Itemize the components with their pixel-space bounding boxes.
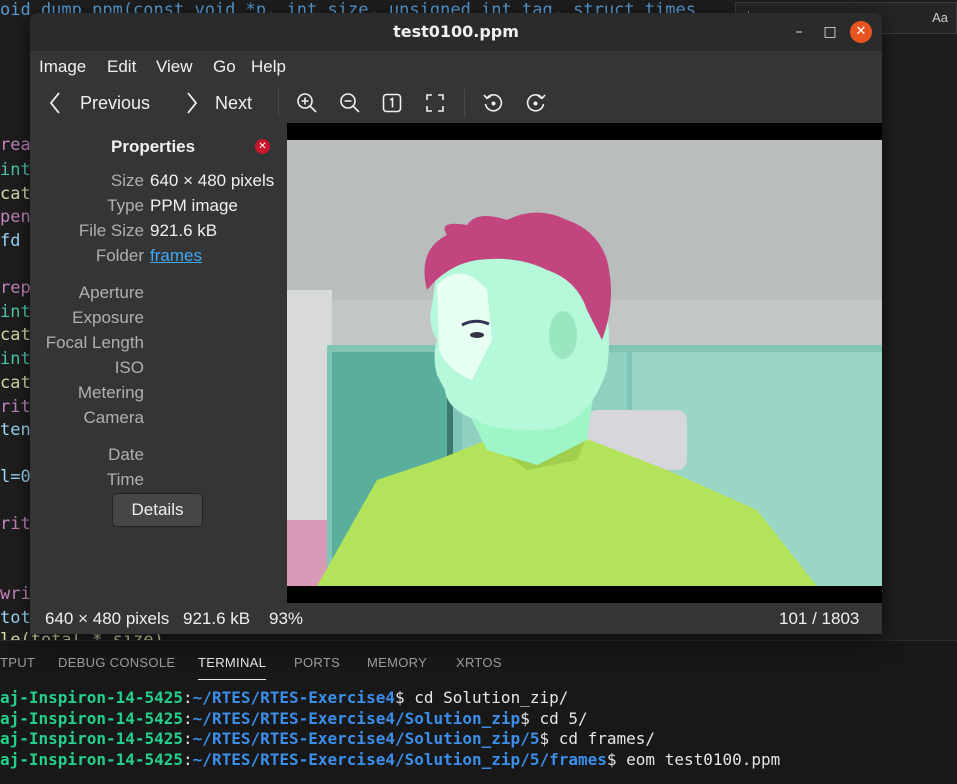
next-label: Next (215, 92, 253, 113)
match-case-toggle[interactable]: Aa (932, 10, 948, 25)
metering-label: Metering (77, 383, 144, 402)
fit-window-icon[interactable] (424, 92, 446, 114)
date-label: Date (108, 445, 144, 464)
code-fragment: int (0, 349, 31, 369)
toolbar: Previous Next (30, 83, 882, 123)
menu-go[interactable]: Go (213, 57, 236, 77)
terminal-line: aj-Inspiron-14-5425:~/RTES/RTES-Exercise… (0, 729, 656, 748)
code-fragment: int (0, 160, 31, 180)
menubar: Image Edit View Go Help (30, 51, 882, 83)
tab-debug-console[interactable]: DEBUG CONSOLE (58, 655, 175, 670)
close-sidebar-button[interactable]: ✕ (255, 139, 270, 154)
webcam-photo (287, 140, 882, 586)
menu-help[interactable]: Help (251, 57, 286, 77)
maximize-button[interactable]: □ (819, 21, 841, 43)
zoom-in-icon[interactable] (296, 92, 318, 114)
window-title: test0100.ppm (393, 22, 519, 41)
type-label: Type (107, 196, 144, 215)
menu-image[interactable]: Image (39, 57, 86, 77)
size-value: 640 × 480 pixels (150, 171, 275, 190)
folder-label: Folder (95, 246, 144, 265)
time-label: Time (106, 470, 144, 489)
tab-terminal[interactable]: TERMINAL (198, 655, 267, 680)
tab-memory[interactable]: MEMORY (367, 655, 427, 670)
menu-edit[interactable]: Edit (107, 57, 136, 77)
normal-size-icon[interactable] (381, 92, 403, 114)
properties-sidebar: Properties ✕ Size 640 × 480 pixels Type … (30, 123, 286, 603)
toolbar-separator (278, 89, 279, 117)
status-dimensions: 640 × 480 pixels (45, 609, 170, 628)
status-image-position: 101 / 1803 (779, 609, 860, 628)
properties-title: Properties (111, 137, 196, 156)
menu-view[interactable]: View (156, 57, 193, 77)
terminal-line: aj-Inspiron-14-5425:~/RTES/RTES-Exercise… (0, 750, 781, 769)
iso-label: ISO (114, 358, 144, 377)
focal-length-label: Focal Length (45, 333, 144, 352)
exposure-label: Exposure (72, 308, 144, 327)
status-file-size: 921.6 kB (183, 609, 251, 628)
next-button[interactable]: Next (185, 90, 252, 116)
previous-button[interactable]: Previous (48, 90, 150, 116)
titlebar[interactable]: test0100.ppm – □ ✕ (30, 13, 882, 51)
code-fragment: int (0, 302, 31, 322)
tab-output[interactable]: TPUT (0, 655, 35, 670)
rotate-right-icon[interactable] (525, 92, 547, 114)
close-button[interactable]: ✕ (850, 21, 872, 43)
folder-link[interactable]: frames (150, 246, 202, 266)
rotate-left-icon[interactable] (482, 92, 504, 114)
image-canvas[interactable] (287, 123, 882, 603)
previous-label: Previous (80, 92, 151, 113)
type-value: PPM image (150, 196, 238, 215)
image-viewer-window: test0100.ppm – □ ✕ Image Edit View Go He… (30, 13, 882, 634)
file-size-value: 921.6 kB (150, 221, 218, 240)
terminal-line: aj-Inspiron-14-5425:~/RTES/RTES-Exercise… (0, 688, 569, 707)
details-button[interactable]: Details (112, 493, 203, 527)
minimize-button[interactable]: – (788, 21, 810, 43)
chevron-right-icon (187, 92, 198, 114)
code-fragment: pen (0, 207, 31, 227)
chevron-left-icon (49, 92, 60, 114)
tab-xrtos[interactable]: XRTOS (456, 655, 502, 670)
camera-label: Camera (83, 408, 144, 427)
terminal[interactable]: aj-Inspiron-14-5425:~/RTES/RTES-Exercise… (0, 684, 957, 784)
statusbar: 640 × 480 pixels 921.6 kB 93% 101 / 1803 (30, 603, 882, 634)
panel-tabs: TPUT DEBUG CONSOLE TERMINAL PORTS MEMORY… (0, 640, 957, 684)
zoom-out-icon[interactable] (339, 92, 361, 114)
file-size-label: File Size (78, 221, 144, 240)
aperture-label: Aperture (78, 283, 144, 302)
status-zoom: 93% (269, 609, 304, 628)
toolbar-separator (464, 89, 465, 117)
size-label: Size (110, 171, 144, 190)
tab-ports[interactable]: PORTS (294, 655, 340, 670)
terminal-line: aj-Inspiron-14-5425:~/RTES/RTES-Exercise… (0, 709, 588, 728)
